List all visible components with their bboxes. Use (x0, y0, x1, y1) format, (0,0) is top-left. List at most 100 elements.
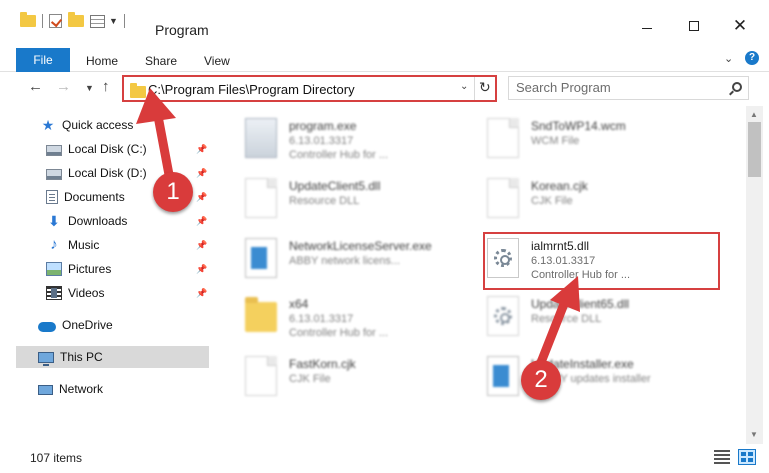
application-icon (245, 238, 277, 278)
folder-icon (130, 83, 146, 98)
back-arrow-icon[interactable]: ← (28, 78, 43, 95)
tab-share[interactable]: Share (145, 54, 177, 68)
new-folder-icon[interactable] (68, 12, 84, 27)
pin-icon[interactable]: 📌 (196, 216, 207, 227)
file-icon (245, 356, 277, 396)
sidebar-item-label: Network (59, 382, 104, 396)
sidebar-item-onedrive[interactable]: OneDrive (38, 314, 209, 336)
sidebar-item-this-pc[interactable]: This PC (16, 346, 209, 368)
file-icon (487, 118, 519, 158)
file-description: Controller Hub for ... (289, 149, 389, 161)
tiles-view-icon[interactable] (738, 449, 756, 465)
file-item-korean-cjk[interactable]: Korean.cjk CJK File (469, 174, 709, 224)
refresh-icon[interactable]: ↻ (479, 79, 491, 96)
file-type: CJK File (289, 373, 331, 385)
tab-view[interactable]: View (204, 54, 230, 68)
sidebar-item-pictures[interactable]: Pictures 📌 (46, 258, 209, 280)
file-item-updateclient65-dll[interactable]: UpdateClient65.dll Resource DLL (469, 292, 709, 342)
search-input[interactable] (516, 80, 716, 95)
sidebar-item-label: OneDrive (62, 318, 113, 332)
scroll-up-arrow-icon[interactable]: ▲ (750, 110, 758, 119)
file-icon (245, 178, 277, 218)
sidebar-item-local-disk-c[interactable]: Local Disk (C:) 📌 (46, 138, 209, 160)
file-description: Controller Hub for ... (289, 327, 389, 339)
file-type: WCM File (531, 135, 580, 147)
status-bar: 107 items (0, 444, 769, 473)
file-name: Korean.cjk (531, 179, 588, 193)
scroll-down-arrow-icon[interactable]: ▼ (750, 430, 758, 439)
file-item-x64[interactable]: x64 6.13.01.3317 Controller Hub for ... (227, 292, 467, 342)
help-icon[interactable]: ? (745, 51, 759, 65)
sidebar-item-music[interactable]: ♪ Music 📌 (46, 234, 209, 256)
file-item-program-exe[interactable]: program.exe 6.13.01.3317 Controller Hub … (227, 114, 467, 164)
sidebar-item-label: Music (68, 238, 100, 252)
pictures-icon (46, 262, 62, 276)
sidebar-item-quick-access[interactable]: ★ Quick access (40, 114, 233, 136)
expand-ribbon-chevron-icon[interactable]: ⌄ (724, 52, 733, 65)
file-item-sndtowp14-wcm[interactable]: SndToWP14.wcm WCM File (469, 114, 709, 164)
scrollbar-thumb[interactable] (748, 122, 761, 177)
minimize-button[interactable] (624, 16, 670, 42)
maximize-icon (689, 21, 699, 31)
video-icon (46, 286, 62, 300)
sidebar-item-label: Local Disk (D:) (68, 166, 147, 180)
file-version: 6.13.01.3317 (289, 135, 354, 147)
disk-icon (46, 168, 62, 180)
file-item-updateclient5-dll[interactable]: UpdateClient5.dll Resource DLL (227, 174, 467, 224)
details-view-icon[interactable] (714, 450, 730, 464)
application-icon (487, 356, 519, 396)
maximize-button[interactable] (671, 16, 717, 42)
address-path[interactable]: C:\Program Files\Program Directory (148, 82, 355, 97)
tab-home[interactable]: Home (86, 54, 118, 68)
file-item-fastkorn-cjk[interactable]: FastKorn.cjk CJK File (227, 352, 467, 402)
file-highlight-box (483, 232, 720, 290)
navigation-pane: ★ Quick access Local Disk (C:) 📌 Local D… (0, 106, 215, 444)
recent-locations-chevron-icon[interactable]: ▼ (85, 83, 94, 93)
sidebar-item-network[interactable]: Network (38, 378, 209, 400)
file-type: CJK File (531, 195, 573, 207)
pin-icon[interactable]: 📌 (196, 144, 207, 155)
file-name: UpdateClient5.dll (289, 179, 381, 193)
file-item-updateinstaller-exe[interactable]: UpdateInstaller.exe ABBYY updates instal… (469, 352, 709, 402)
tab-file[interactable]: File (16, 48, 70, 72)
pin-icon[interactable]: 📌 (196, 288, 207, 299)
pin-icon[interactable]: 📌 (196, 264, 207, 275)
ribbon-tabs: File Home Share View ⌄ ? (0, 42, 769, 72)
pin-icon[interactable]: 📌 (196, 240, 207, 251)
folder-icon (245, 297, 277, 332)
file-type: Resource DLL (289, 195, 360, 207)
sidebar-item-label: Local Disk (C:) (68, 142, 147, 156)
sidebar-item-label: This PC (60, 350, 103, 364)
close-button[interactable]: ✕ (717, 16, 763, 42)
file-item-networklicenseserver-exe[interactable]: NetworkLicenseServer.exe ABBY network li… (227, 234, 467, 284)
gear-icon (494, 307, 512, 325)
quick-access-toolbar: ▼ (20, 12, 125, 28)
dll-gear-icon (487, 296, 519, 336)
vertical-scrollbar[interactable]: ▲ ▼ (746, 106, 763, 444)
navigation-bar: ← → ▼ ↑ C:\Program Files\Program Directo… (0, 72, 769, 106)
forward-arrow-icon[interactable]: → (56, 78, 71, 95)
search-box[interactable] (508, 76, 749, 100)
pin-icon[interactable]: 📌 (196, 168, 207, 179)
pin-icon[interactable]: 📌 (196, 192, 207, 203)
up-arrow-icon[interactable]: ↑ (102, 78, 110, 95)
address-dropdown-chevron-icon[interactable]: ⌄ (460, 81, 468, 92)
sidebar-item-videos[interactable]: Videos 📌 (46, 282, 209, 304)
computer-icon (38, 351, 54, 366)
download-icon: ⬇ (48, 213, 60, 229)
step-1-badge: 1 (153, 172, 193, 212)
sidebar-item-downloads[interactable]: ⬇ Downloads 📌 (46, 210, 209, 232)
sidebar-item-label: Quick access (62, 118, 134, 132)
address-bar[interactable]: C:\Program Files\Program Directory ⌄ ↻ (122, 75, 497, 102)
sidebar-item-label: Downloads (68, 214, 128, 228)
file-name: SndToWP14.wcm (531, 119, 626, 133)
application-icon (245, 118, 277, 158)
customize-toolbar-chevron-icon[interactable]: ▼ (109, 16, 118, 26)
disk-icon (46, 144, 62, 156)
file-version: 6.13.01.3317 (289, 313, 354, 325)
file-name: UpdateClient65.dll (531, 297, 630, 311)
search-icon[interactable] (732, 82, 742, 92)
step-2-badge: 2 (521, 360, 561, 400)
properties-check-icon[interactable] (49, 14, 62, 28)
properties-icon[interactable] (90, 14, 105, 28)
